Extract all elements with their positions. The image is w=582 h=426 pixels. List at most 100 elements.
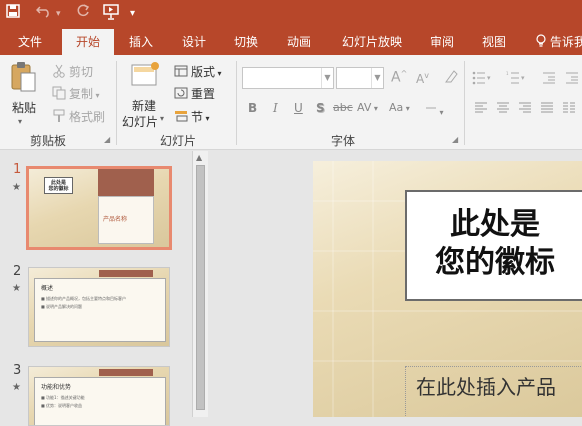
section-button[interactable]: 节 ▾ bbox=[174, 108, 210, 125]
new-slide-label-2: 幻灯片 bbox=[122, 115, 159, 129]
grow-font-button[interactable]: A^ bbox=[391, 69, 407, 86]
new-slide-button[interactable]: 新建 幻灯片 ▾ bbox=[122, 59, 166, 129]
increase-indent-icon[interactable] bbox=[565, 71, 579, 88]
align-right-icon[interactable] bbox=[518, 102, 532, 117]
bold-button[interactable]: B bbox=[248, 101, 257, 115]
tell-me[interactable]: 告诉我 bbox=[536, 29, 582, 55]
justify-icon[interactable] bbox=[540, 102, 554, 117]
thumb-body: 功能和优势 ■ 功能1：描述关键功能 ■ 优势：说明客户收益 bbox=[34, 377, 166, 425]
change-case-label: Aa bbox=[389, 101, 404, 114]
logo-line-1: 此处是 bbox=[450, 207, 540, 242]
save-icon[interactable] bbox=[6, 4, 20, 24]
layout-button[interactable]: 版式 ▾ bbox=[174, 63, 222, 80]
paste-icon bbox=[10, 61, 38, 96]
separator bbox=[464, 61, 465, 145]
svg-text:▾: ▾ bbox=[487, 74, 491, 82]
italic-button[interactable]: I bbox=[273, 101, 278, 115]
scrollbar-thumb[interactable] bbox=[196, 165, 205, 410]
chevron-down-icon: ▼ bbox=[321, 68, 333, 88]
strikethrough-button[interactable]: abc bbox=[333, 101, 353, 114]
redo-icon[interactable] bbox=[76, 4, 90, 24]
tab-slideshow[interactable]: 幻灯片放映 bbox=[333, 29, 411, 55]
thumb-photo-block bbox=[98, 169, 154, 196]
shrink-font-label: A bbox=[416, 72, 425, 86]
reset-button[interactable]: 重置 bbox=[174, 85, 215, 102]
thumb-logo-box: 此处是 您的徽标 bbox=[44, 177, 73, 194]
thumb-logo-line2: 您的徽标 bbox=[48, 186, 69, 192]
numbering-icon[interactable]: 1 ▾ bbox=[506, 71, 528, 88]
paintbrush-icon bbox=[52, 109, 66, 123]
clipboard-launcher-icon[interactable]: ◢ bbox=[104, 135, 110, 144]
section-dropdown-icon: ▾ bbox=[203, 114, 210, 123]
slide-number: 3 bbox=[13, 363, 22, 378]
paste-button[interactable]: 粘贴 bbox=[6, 59, 42, 119]
columns-icon[interactable] bbox=[562, 102, 576, 117]
layout-label: 版式 bbox=[191, 65, 216, 79]
main-slide[interactable]: 此处是 您的徽标 在此处插入产品 bbox=[313, 161, 582, 417]
thumb-bullet: ■ 说明产品解决的问题 bbox=[41, 304, 83, 309]
change-case-button[interactable]: Aa ▾ bbox=[389, 101, 410, 114]
copy-label: 复制 bbox=[69, 87, 94, 101]
svg-text:1: 1 bbox=[506, 71, 509, 76]
new-slide-dropdown-icon: ▾ bbox=[160, 114, 165, 123]
logo-placeholder[interactable]: 此处是 您的徽标 bbox=[405, 190, 582, 301]
thumb-bullet: ■ 优势：说明客户收益 bbox=[41, 403, 83, 408]
undo-icon[interactable] bbox=[35, 4, 52, 24]
font-group-label: 字体 bbox=[331, 134, 356, 148]
cut-button[interactable]: 剪切 bbox=[52, 63, 93, 80]
slide-thumbnail-2[interactable]: 概述 ■ 描述你的产品概况，包括主要特点和目标客户 ■ 说明产品解决的问题 bbox=[28, 267, 170, 347]
present-icon[interactable] bbox=[103, 4, 121, 26]
title-bar: ▾ ▾ bbox=[0, 0, 582, 29]
tab-design[interactable]: 设计 bbox=[174, 29, 214, 55]
slide-thumbnail-pane: 1 ★ 此处是 您的徽标 产品名称 2 ★ 概述 ■ 描述你的产品概况，包括主要… bbox=[0, 151, 192, 426]
star-icon: ★ bbox=[12, 283, 21, 294]
layout-icon bbox=[174, 64, 188, 78]
font-name-combo[interactable]: ▼ bbox=[242, 67, 334, 89]
slide-number: 1 bbox=[13, 162, 22, 177]
bullets-icon[interactable]: ▾ bbox=[472, 71, 494, 88]
tab-home[interactable]: 开始 bbox=[62, 29, 114, 55]
cut-label: 剪切 bbox=[69, 65, 94, 79]
paste-dropdown-icon[interactable]: ▾ bbox=[18, 117, 22, 126]
product-placeholder[interactable]: 在此处插入产品 bbox=[405, 366, 582, 417]
copy-icon bbox=[52, 86, 66, 100]
separator bbox=[236, 61, 237, 145]
section-label: 节 bbox=[191, 110, 204, 124]
char-spacing-label: AV bbox=[357, 101, 372, 114]
tell-me-label: 告诉我 bbox=[549, 35, 582, 49]
font-size-combo[interactable]: ▼ bbox=[336, 67, 384, 89]
align-center-icon[interactable] bbox=[496, 102, 510, 117]
undo-dropdown-icon[interactable]: ▾ bbox=[56, 4, 61, 24]
tab-transitions[interactable]: 切换 bbox=[226, 29, 266, 55]
underline-button[interactable]: U bbox=[294, 101, 303, 115]
tab-file[interactable]: 文件 bbox=[8, 29, 52, 55]
star-icon: ★ bbox=[12, 382, 21, 393]
section-icon bbox=[174, 109, 188, 123]
tab-review[interactable]: 审阅 bbox=[422, 29, 462, 55]
decrease-indent-icon[interactable] bbox=[542, 71, 556, 88]
thumbnail-scrollbar[interactable]: ▲ bbox=[192, 151, 208, 417]
slide-thumbnail-1[interactable]: 此处是 您的徽标 产品名称 bbox=[26, 166, 172, 250]
new-slide-icon bbox=[130, 61, 160, 92]
clear-format-icon[interactable] bbox=[443, 68, 459, 87]
shadow-button[interactable]: S bbox=[316, 101, 325, 115]
copy-dropdown-icon: ▾ bbox=[93, 91, 100, 100]
copy-button[interactable]: 复制 ▾ bbox=[52, 85, 100, 102]
lightbulb-icon bbox=[536, 34, 550, 49]
font-launcher-icon[interactable]: ◢ bbox=[452, 135, 458, 144]
shrink-font-button[interactable]: Av bbox=[416, 71, 429, 86]
scroll-up-icon[interactable]: ▲ bbox=[196, 153, 202, 162]
slide-thumbnail-3[interactable]: 功能和优势 ■ 功能1：描述关键功能 ■ 优势：说明客户收益 bbox=[28, 366, 170, 426]
clipboard-group-label: 剪贴板 bbox=[30, 134, 67, 148]
tab-animations[interactable]: 动画 bbox=[279, 29, 319, 55]
tab-insert[interactable]: 插入 bbox=[121, 29, 161, 55]
font-color-icon[interactable]: ▾ bbox=[425, 101, 444, 118]
tab-view[interactable]: 视图 bbox=[474, 29, 514, 55]
chevron-down-icon[interactable]: ▾ bbox=[130, 4, 135, 24]
svg-text:▾: ▾ bbox=[521, 74, 525, 82]
new-slide-label-1: 新建 bbox=[132, 99, 157, 113]
format-painter-button[interactable]: 格式刷 bbox=[52, 108, 105, 125]
char-spacing-button[interactable]: AV ▾ bbox=[357, 101, 378, 114]
align-left-icon[interactable] bbox=[474, 102, 488, 117]
paste-label: 粘贴 bbox=[12, 101, 37, 115]
